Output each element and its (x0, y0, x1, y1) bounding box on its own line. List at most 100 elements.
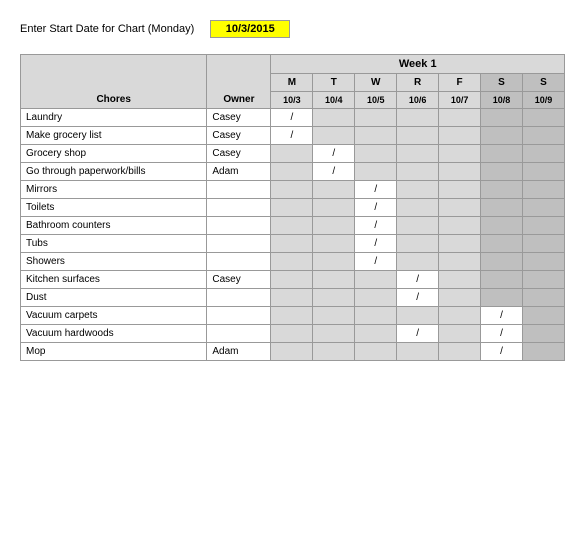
chore-cell (481, 271, 523, 289)
chore-cell (313, 325, 355, 343)
chore-cell (397, 163, 439, 181)
week-header: Week 1 (271, 55, 565, 74)
date-header-10-5: 10/5 (355, 92, 397, 109)
chore-cell (313, 343, 355, 361)
chore-cell (271, 235, 313, 253)
chore-cell (481, 199, 523, 217)
table-row: Vacuum carpets/ (21, 307, 565, 325)
chore-cell: / (355, 217, 397, 235)
chore-owner (207, 289, 271, 307)
chore-cell (481, 181, 523, 199)
chore-cell: / (481, 325, 523, 343)
date-header-10-9: 10/9 (522, 92, 564, 109)
chore-cell (481, 235, 523, 253)
chore-cell (355, 109, 397, 127)
chore-cell: / (271, 109, 313, 127)
chore-cell (439, 181, 481, 199)
table-row: Bathroom counters / (21, 217, 565, 235)
chore-cell (522, 163, 564, 181)
table-row: Vacuum hardwoods// (21, 325, 565, 343)
chore-cell (397, 235, 439, 253)
day-header-T: T (313, 74, 355, 92)
chore-name: Tubs (21, 235, 207, 253)
chore-owner: Casey (207, 271, 271, 289)
chore-cell (439, 307, 481, 325)
chore-cell (271, 253, 313, 271)
table-row: Grocery shopCasey/ (21, 145, 565, 163)
chore-cell (522, 181, 564, 199)
chore-cell (313, 253, 355, 271)
chore-cell (522, 343, 564, 361)
chore-name: Vacuum carpets (21, 307, 207, 325)
chore-cell (313, 127, 355, 145)
table-row: Make grocery listCasey/ (21, 127, 565, 145)
chore-cell (397, 199, 439, 217)
chore-cell (439, 253, 481, 271)
chore-name: Showers (21, 253, 207, 271)
col-chores: Chores (21, 55, 207, 109)
chore-cell (397, 109, 439, 127)
chore-name: Mop (21, 343, 207, 361)
chore-cell (271, 343, 313, 361)
chore-cell (355, 145, 397, 163)
chore-cell: / (271, 127, 313, 145)
chore-owner: Casey (207, 127, 271, 145)
chore-cell (313, 181, 355, 199)
chore-cell (397, 181, 439, 199)
chore-owner (207, 181, 271, 199)
chore-name: Toilets (21, 199, 207, 217)
chore-cell (397, 145, 439, 163)
chore-cell (397, 343, 439, 361)
chore-cell (481, 109, 523, 127)
chore-cell (439, 343, 481, 361)
chore-name: Dust (21, 289, 207, 307)
chore-cell (522, 145, 564, 163)
chore-cell (313, 217, 355, 235)
table-row: MopAdam/ (21, 343, 565, 361)
day-header-F: F (439, 74, 481, 92)
chore-owner: Casey (207, 145, 271, 163)
chore-cell: / (355, 253, 397, 271)
start-date[interactable]: 10/3/2015 (210, 20, 290, 38)
chore-cell (481, 145, 523, 163)
chore-cell (439, 235, 481, 253)
day-header-M: M (271, 74, 313, 92)
chore-cell (522, 217, 564, 235)
date-header-10-6: 10/6 (397, 92, 439, 109)
table-row: Toilets / (21, 199, 565, 217)
chore-name: Mirrors (21, 181, 207, 199)
chore-cell: / (355, 181, 397, 199)
chore-cell (439, 199, 481, 217)
chore-cell (397, 307, 439, 325)
chore-name: Kitchen surfaces (21, 271, 207, 289)
chore-cell (313, 289, 355, 307)
chore-cell: / (355, 199, 397, 217)
chore-owner (207, 235, 271, 253)
table-row: Showers / (21, 253, 565, 271)
table-row: Kitchen surfacesCasey / (21, 271, 565, 289)
chore-cell (271, 271, 313, 289)
chore-cell (271, 307, 313, 325)
chore-cell (355, 271, 397, 289)
chore-cell: / (397, 271, 439, 289)
table-row: Dust/ (21, 289, 565, 307)
chore-owner (207, 253, 271, 271)
chore-cell (522, 325, 564, 343)
chore-cell (439, 109, 481, 127)
chore-cell (522, 307, 564, 325)
chore-owner (207, 307, 271, 325)
chore-cell: / (313, 145, 355, 163)
chore-cell (522, 271, 564, 289)
chore-cell (522, 199, 564, 217)
chore-cell: / (481, 343, 523, 361)
chore-cell (397, 253, 439, 271)
day-header-W: W (355, 74, 397, 92)
header-label: Enter Start Date for Chart (Monday) (20, 23, 194, 35)
chore-cell (439, 127, 481, 145)
chore-cell: / (313, 163, 355, 181)
chore-cell (481, 289, 523, 307)
date-header-10-3: 10/3 (271, 92, 313, 109)
chore-cell (522, 235, 564, 253)
chore-cell (355, 325, 397, 343)
chore-name: Bathroom counters (21, 217, 207, 235)
